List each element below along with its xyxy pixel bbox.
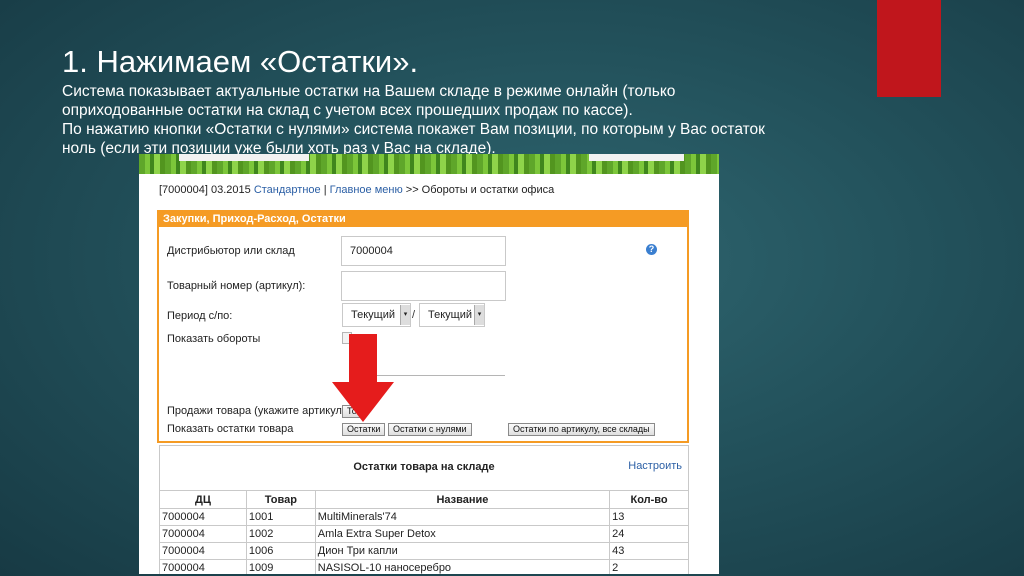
- stock-table: ДЦ Товар Название Кол-во 7000004 1001 Mu…: [159, 490, 689, 574]
- cell-name: Amla Extra Super Detox: [314, 525, 611, 543]
- column-header[interactable]: Кол-во: [609, 490, 689, 509]
- period-from-value: Текущий: [351, 309, 395, 321]
- results-title: Остатки товара на складе: [353, 461, 495, 473]
- breadcrumb-current: >> Обороты и остатки офиса: [405, 184, 555, 196]
- configure-link[interactable]: Настроить: [628, 460, 682, 472]
- cell-dc: 7000004: [159, 559, 247, 574]
- chevron-down-icon[interactable]: ▾: [400, 305, 410, 325]
- cell-name: NASISOL-10 наносеребро: [314, 559, 611, 574]
- period-separator: /: [412, 309, 416, 321]
- cell-product: 1002: [245, 525, 316, 543]
- table-row[interactable]: 7000004 1006 Дион Три капли 43: [159, 542, 689, 560]
- cell-dc: 7000004: [159, 525, 247, 543]
- turnover-label: Показать обороты: [167, 333, 261, 345]
- stock-label: Показать остатки товара: [167, 423, 294, 435]
- column-header[interactable]: Товар: [245, 490, 316, 509]
- stock-with-zero-button[interactable]: Остатки с нулями: [388, 423, 472, 436]
- period-label: Период с/по:: [167, 310, 233, 322]
- slide-title: 1. Нажимаем «Остатки».: [62, 44, 419, 79]
- period-from-select[interactable]: Текущий ▾: [342, 303, 411, 327]
- breadcrumb-link-standard[interactable]: Стандартное: [254, 184, 321, 196]
- stock-button[interactable]: Остатки: [342, 423, 386, 436]
- panel-title: Закупки, Приход-Расход, Остатки: [159, 212, 687, 227]
- stock-results-header: Остатки товара на складе Настроить: [159, 445, 689, 495]
- cell-qty: 13: [609, 508, 689, 526]
- cell-qty: 43: [609, 542, 689, 560]
- slide-text-line: По нажатию кнопки «Остатки с нулями» сис…: [62, 121, 765, 138]
- period-to-value: Текущий: [428, 309, 472, 321]
- article-label: Товарный номер (артикул):: [167, 280, 306, 292]
- question-circle-icon[interactable]: ?: [646, 244, 657, 255]
- header-band: [589, 154, 684, 161]
- slide-description: Система показывает актуальные остатки на…: [62, 82, 842, 158]
- cell-name: MultiMinerals'74: [314, 508, 611, 526]
- chevron-down-icon[interactable]: ▾: [474, 305, 484, 325]
- red-arrow-down-icon: [332, 334, 394, 422]
- column-header[interactable]: ДЦ: [159, 490, 247, 509]
- breadcrumb-prefix: [7000004] 03.2015: [159, 184, 251, 196]
- table-row[interactable]: 7000004 1002 Amla Extra Super Detox 24: [159, 525, 689, 543]
- cell-product: 1001: [245, 508, 316, 526]
- cell-qty: 24: [609, 525, 689, 543]
- cell-name: Дион Три капли: [314, 542, 611, 560]
- breadcrumb-separator: |: [323, 184, 327, 196]
- distributor-field[interactable]: 7000004: [341, 236, 506, 266]
- table-row[interactable]: 7000004 1009 NASISOL-10 наносеребро 2: [159, 559, 689, 574]
- table-row[interactable]: 7000004 1001 MultiMinerals'74 13: [159, 508, 689, 526]
- cell-dc: 7000004: [159, 508, 247, 526]
- period-to-select[interactable]: Текущий ▾: [419, 303, 485, 327]
- sales-label: Продажи товара (укажите артикул): [167, 405, 346, 417]
- cell-product: 1006: [245, 542, 316, 560]
- cell-qty: 2: [609, 559, 689, 574]
- article-field[interactable]: [341, 271, 506, 301]
- table-header-row: ДЦ Товар Название Кол-во: [159, 490, 689, 509]
- cell-product: 1009: [245, 559, 316, 574]
- header-band: [179, 154, 309, 161]
- distributor-label: Дистрибьютор или склад: [167, 245, 295, 257]
- breadcrumb: [7000004] 03.2015 Стандартное | Главное …: [159, 184, 554, 196]
- slide-text-line: Система показывает актуальные остатки на…: [62, 83, 676, 100]
- accent-red-rectangle: [877, 0, 941, 97]
- cell-dc: 7000004: [159, 542, 247, 560]
- slide-text-line: оприходованные остатки на склад с учетом…: [62, 102, 633, 119]
- column-header[interactable]: Название: [314, 490, 611, 509]
- stock-by-article-all-warehouses-button[interactable]: Остатки по артикулу, все склады: [508, 423, 655, 436]
- app-screenshot: [7000004] 03.2015 Стандартное | Главное …: [139, 154, 719, 574]
- breadcrumb-link-main-menu[interactable]: Главное меню: [330, 184, 403, 196]
